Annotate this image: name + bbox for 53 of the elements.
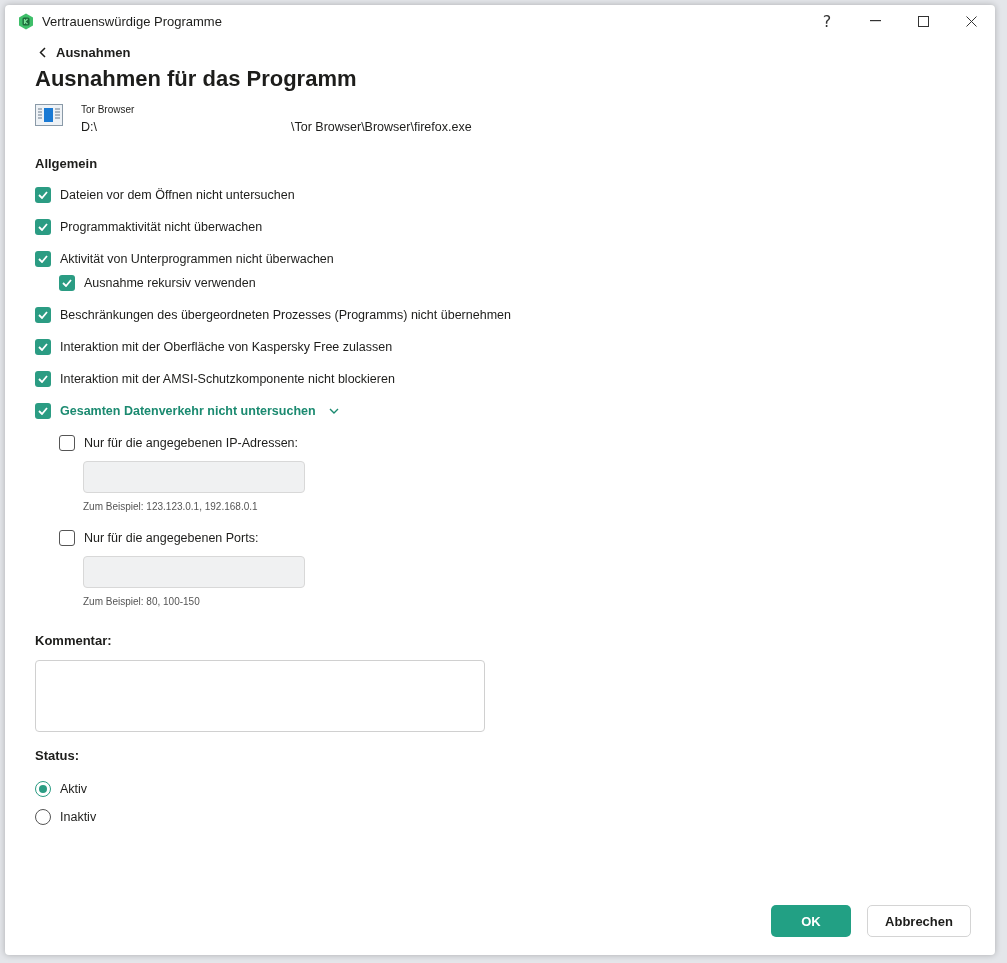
option-label: Nur für die angegebenen IP-Adressen: — [84, 436, 299, 450]
program-path: D:\ — [81, 120, 97, 134]
checkmark-icon — [38, 311, 48, 319]
checkbox[interactable] — [35, 403, 51, 419]
option-label: Dateien vor dem Öffnen nicht untersuchen — [60, 188, 295, 202]
radio-label: Aktiv — [60, 782, 88, 796]
checkbox[interactable] — [35, 219, 51, 235]
checkbox[interactable] — [59, 530, 75, 546]
checkmark-icon — [38, 223, 48, 231]
checkmark-icon — [38, 255, 48, 263]
input-field[interactable] — [83, 556, 305, 588]
checkmark-icon — [38, 191, 48, 199]
checkbox[interactable] — [35, 339, 51, 355]
program-window-icon — [35, 104, 63, 126]
option-label: Interaktion mit der AMSI-Schutzkomponente nicht blockieren — [60, 372, 395, 386]
minimize-icon — [869, 20, 881, 22]
input-field[interactable] — [83, 461, 305, 493]
option-label: Interaktion mit der Oberfläche von Kaspersky Free zulassen — [60, 340, 393, 354]
checkmark-icon — [38, 407, 48, 415]
checkmark-icon — [62, 279, 72, 287]
radio-label: Inaktiv — [60, 810, 97, 824]
hint-text: Zum Beispiel: 80, 100-150 — [83, 596, 201, 607]
checkbox[interactable] — [59, 275, 75, 291]
help-button[interactable]: ? — [803, 5, 851, 37]
cancel-button[interactable]: Abbrechen — [867, 905, 971, 937]
checkmark-icon — [38, 343, 48, 351]
chevron-left-icon — [39, 47, 46, 58]
option-label: Programmaktivität nicht überwachen — [60, 220, 263, 234]
status-label: Status: — [35, 748, 81, 763]
option-label: Gesamten Datenverkehr nicht untersuchen — [60, 404, 316, 418]
window-title: Vertrauenswürdige Programme — [42, 13, 223, 29]
comment-field[interactable] — [35, 660, 485, 732]
option-label: Ausnahme rekursiv verwenden — [84, 276, 256, 290]
program-path: \Tor Browser\Browser\firefox.exe — [291, 120, 472, 134]
maximize-icon — [917, 15, 929, 27]
back-link[interactable]: Ausnahmen — [35, 45, 131, 60]
comment-label: Kommentar: — [35, 633, 113, 648]
checkbox[interactable] — [35, 251, 51, 267]
option-label: Aktivität von Unterprogrammen nicht überwachen — [60, 252, 334, 266]
section-heading: Allgemein — [35, 156, 99, 171]
option-label: Nur für die angegebenen Ports: — [84, 531, 259, 545]
checkmark-icon — [38, 375, 48, 383]
checkbox[interactable] — [35, 307, 51, 323]
shield-logo-icon — [18, 12, 34, 30]
program-name: Tor Browser — [81, 104, 136, 115]
checkbox[interactable] — [35, 371, 51, 387]
page-heading: Ausnahmen für das Programm — [35, 66, 358, 92]
checkbox[interactable] — [59, 435, 75, 451]
close-icon — [965, 15, 977, 27]
option-label: Beschränkungen des übergeordneten Prozesses (Programms) nicht übernehmen — [60, 308, 511, 322]
checkbox[interactable] — [35, 187, 51, 203]
hint-text: Zum Beispiel: 123.123.0.1, 192.168.0.1 — [83, 501, 259, 512]
chevron-icon[interactable] — [328, 408, 339, 414]
